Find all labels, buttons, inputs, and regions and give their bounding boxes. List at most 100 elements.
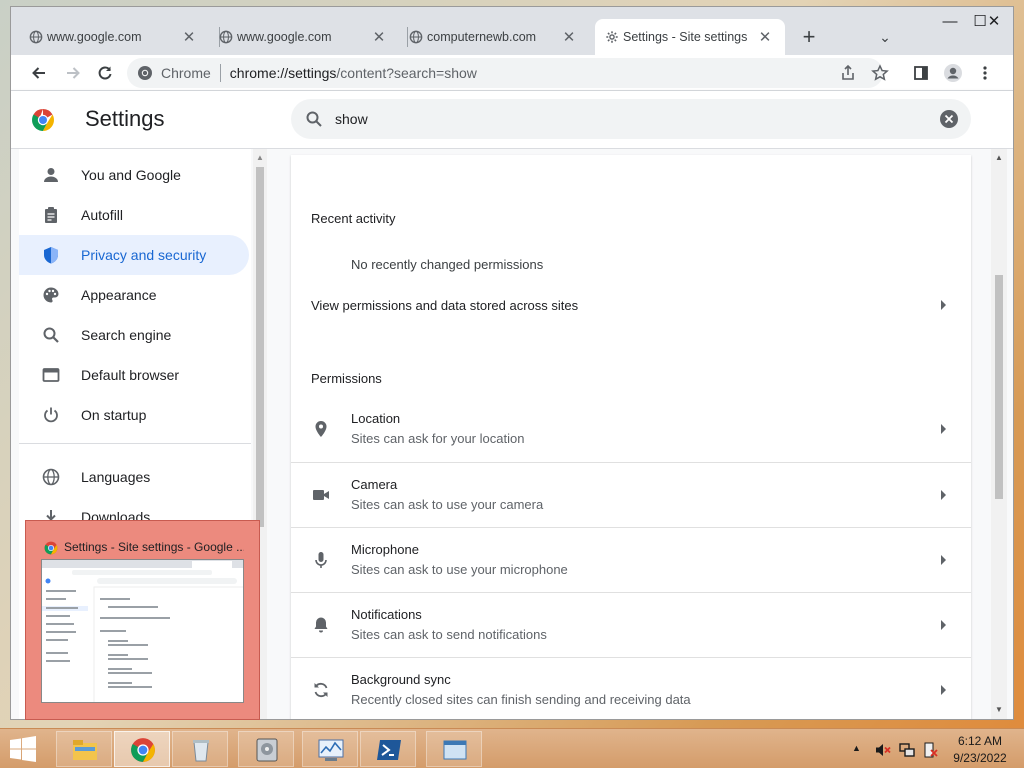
sidebar-item-label: Languages: [81, 469, 151, 485]
more-vert-icon: [983, 66, 987, 80]
permission-row-location[interactable]: Location Sites can ask for your location: [291, 397, 971, 462]
permission-row-camera[interactable]: Camera Sites can ask to use your camera: [291, 462, 971, 527]
globe-icon: [409, 30, 423, 44]
shield-icon: [41, 245, 61, 265]
sidebar-item-label: You and Google: [81, 167, 181, 183]
chrome-logo-icon: [32, 109, 54, 131]
tab-close-icon[interactable]: ✕: [181, 28, 197, 46]
chrome-chip-label: Chrome: [161, 65, 211, 81]
search-input[interactable]: [335, 107, 915, 131]
tab-search-button[interactable]: ⌄: [873, 23, 897, 51]
tab-close-icon[interactable]: ✕: [371, 28, 387, 46]
tab-close-icon[interactable]: ✕: [757, 28, 773, 46]
tab-title: computernewb.com: [427, 30, 537, 44]
powershell-icon: [377, 740, 401, 760]
new-tab-button[interactable]: +: [797, 23, 821, 51]
tab-google-2[interactable]: www.google.com ✕: [209, 19, 399, 55]
clear-search-icon[interactable]: [939, 109, 959, 129]
performance-monitor-icon: [318, 739, 344, 761]
permission-row-microphone[interactable]: Microphone Sites can ask to use your mic…: [291, 527, 971, 592]
window-icon: [443, 740, 467, 760]
taskbar-powershell[interactable]: [360, 731, 416, 767]
maximize-button[interactable]: [935, 9, 965, 31]
taskbar-chrome[interactable]: [114, 731, 170, 767]
taskbar-file-explorer[interactable]: [56, 731, 112, 767]
power-icon: [41, 405, 61, 425]
chevron-right-icon: [941, 490, 946, 500]
forward-button[interactable]: [59, 59, 87, 87]
clipboard-icon: [41, 205, 61, 225]
clock-date[interactable]: 9/23/2022: [948, 751, 1012, 765]
permission-title: Background sync: [351, 672, 451, 687]
bookmark-star-icon[interactable]: [871, 64, 889, 82]
permission-subtitle: Sites can ask to use your microphone: [351, 562, 568, 577]
person-icon: [41, 165, 61, 185]
close-window-button[interactable]: ✕: [979, 11, 1009, 33]
bell-icon: [314, 617, 328, 633]
browser-toolbar: Chrome chrome://settings/content?search=…: [11, 55, 1013, 91]
tab-close-icon[interactable]: ✕: [561, 28, 577, 46]
clock-time[interactable]: 6:12 AM: [948, 734, 1012, 748]
menu-button[interactable]: [971, 59, 999, 87]
back-button[interactable]: [25, 59, 53, 87]
preview-thumbnail[interactable]: [41, 559, 244, 703]
sidebar-item-default-browser[interactable]: Default browser: [19, 355, 249, 395]
permission-subtitle: Recently closed sites can finish sending…: [351, 692, 691, 707]
tab-settings[interactable]: Settings - Site settings ✕: [595, 19, 785, 55]
scroll-down-icon[interactable]: ▼: [994, 705, 1004, 715]
preview-title: Settings - Site settings - Google ...: [64, 540, 244, 554]
address-bar[interactable]: Chrome chrome://settings/content?search=…: [127, 58, 889, 88]
chevron-right-icon: [941, 620, 946, 630]
view-permissions-link[interactable]: View permissions and data stored across …: [291, 283, 971, 327]
tab-google-1[interactable]: www.google.com ✕: [19, 19, 209, 55]
show-hidden-icons-arrow[interactable]: ▲: [852, 743, 862, 753]
tab-computernewb[interactable]: computernewb.com ✕: [399, 19, 589, 55]
sidebar-item-on-startup[interactable]: On startup: [19, 395, 249, 435]
profile-button[interactable]: [939, 59, 967, 87]
permissions-heading: Permissions: [311, 371, 382, 386]
permission-title: Microphone: [351, 542, 419, 557]
scroll-up-icon[interactable]: ▲: [994, 153, 1004, 163]
network-icon[interactable]: [898, 741, 916, 759]
sidebar-item-languages[interactable]: Languages: [19, 457, 249, 497]
main-scrollbar[interactable]: ▲ ▼: [991, 149, 1007, 719]
url-path: /content?search=show: [336, 65, 477, 81]
volume-muted-icon[interactable]: [874, 741, 892, 759]
taskbar-disk[interactable]: [238, 731, 294, 767]
sidebar-item-you-and-google[interactable]: You and Google: [19, 155, 249, 195]
chrome-logo-icon: [138, 66, 152, 80]
permission-row-notifications[interactable]: Notifications Sites can ask to send noti…: [291, 592, 971, 657]
taskbar-window[interactable]: [426, 731, 482, 767]
scroll-up-icon[interactable]: ▲: [255, 153, 265, 163]
recent-activity-empty-text: No recently changed permissions: [351, 257, 544, 272]
sidebar-item-privacy-and-security[interactable]: Privacy and security: [19, 235, 249, 275]
settings-search-box[interactable]: [291, 99, 971, 139]
sidebar-item-autofill[interactable]: Autofill: [19, 195, 249, 235]
sidebar-item-label: Default browser: [81, 367, 180, 383]
chevron-right-icon: [941, 424, 946, 434]
tab-title: www.google.com: [237, 30, 332, 44]
side-panel-button[interactable]: [907, 59, 935, 87]
share-icon[interactable]: [839, 64, 857, 82]
sidebar-item-label: Appearance: [81, 287, 157, 303]
sidebar-item-label: Autofill: [81, 207, 124, 223]
sidebar-item-search-engine[interactable]: Search engine: [19, 315, 249, 355]
permission-row-background-sync[interactable]: Background sync Recently closed sites ca…: [291, 657, 971, 719]
reload-button[interactable]: [91, 59, 119, 87]
windows-start-icon[interactable]: [8, 736, 38, 762]
permission-subtitle: Sites can ask for your location: [351, 431, 525, 446]
globe-icon: [219, 30, 233, 44]
globe-icon: [29, 30, 43, 44]
sidebar-item-appearance[interactable]: Appearance: [19, 275, 249, 315]
permission-subtitle: Sites can ask to use your camera: [351, 497, 544, 512]
taskbar-window-preview[interactable]: Settings - Site settings - Google ...: [25, 520, 260, 720]
scrollbar-thumb[interactable]: [256, 167, 264, 527]
scrollbar-thumb[interactable]: [995, 275, 1003, 499]
permission-subtitle: Sites can ask to send notifications: [351, 627, 547, 642]
sidebar-divider: [19, 443, 251, 444]
tab-title: www.google.com: [47, 30, 142, 44]
taskbar-recycle-bin[interactable]: [172, 731, 228, 767]
taskbar-performance-monitor[interactable]: [302, 731, 358, 767]
permission-title: Camera: [351, 477, 398, 492]
action-center-icon[interactable]: [922, 741, 940, 759]
